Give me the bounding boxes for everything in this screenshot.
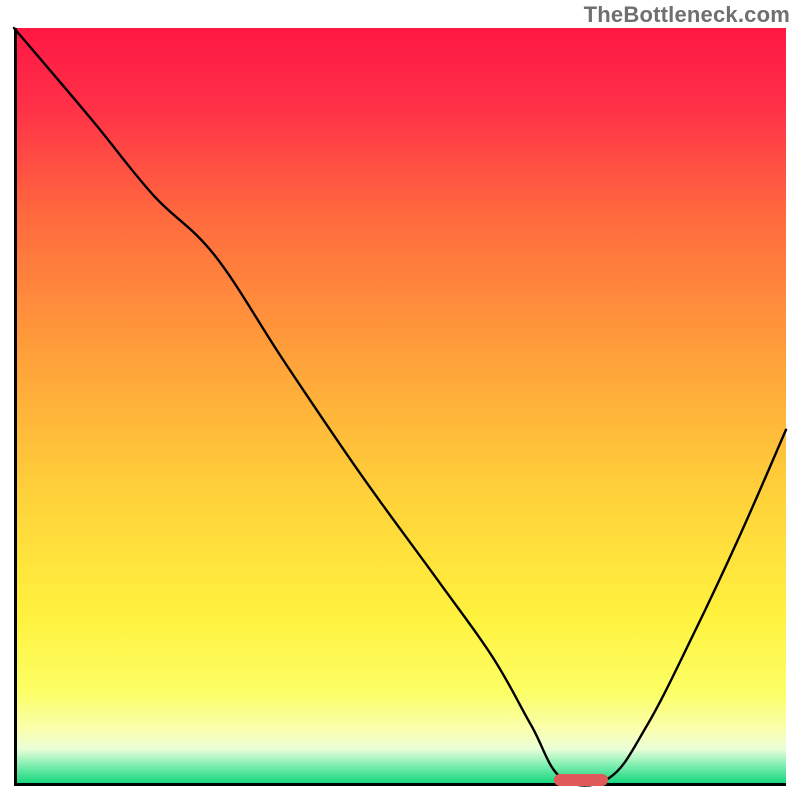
chart-frame: TheBottleneck.com bbox=[0, 0, 800, 800]
watermark-text: TheBottleneck.com bbox=[584, 2, 790, 28]
bottleneck-curve bbox=[14, 28, 786, 786]
optimal-marker bbox=[554, 774, 608, 786]
